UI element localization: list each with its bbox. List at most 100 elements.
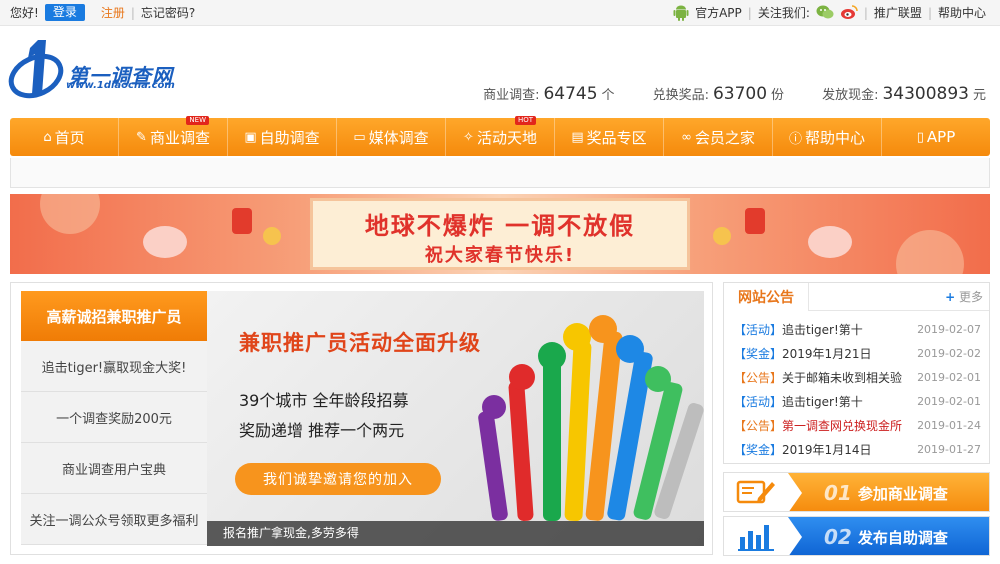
divider: | — [747, 5, 752, 20]
notice-text[interactable]: 追击tiger!第十 — [782, 393, 911, 410]
notice-item[interactable]: 【活动】 追击tiger!第十 2019-02-01 — [724, 389, 989, 413]
notice-date: 2019-01-24 — [917, 418, 981, 432]
notice-date: 2019-02-07 — [917, 322, 981, 336]
notice-item[interactable]: 【奖金】 2019年1月21日 2019-02-02 — [724, 341, 989, 365]
weibo-icon[interactable] — [840, 4, 858, 21]
notice-tag: 【奖金】 — [734, 442, 783, 457]
banner-greeting: 祝大家春节快乐! — [424, 245, 576, 266]
notice-header: 网站公告 + 更多 — [724, 282, 989, 311]
promo-line: 39个城市 全年龄段招募 — [239, 391, 409, 410]
stat-value: 64745 — [543, 84, 598, 104]
publish-self-survey-button[interactable]: 02 发布自助调查 — [723, 516, 990, 556]
stat-label: 兑换奖品: — [652, 88, 709, 103]
join-button[interactable]: 我们诚挚邀请您的加入 — [235, 463, 441, 495]
official-app-link[interactable]: 官方APP — [695, 4, 742, 21]
side-menu-item[interactable]: 追击tiger!赢取现金大奖! — [21, 341, 207, 392]
notice-text[interactable]: 2019年1月14日 — [782, 441, 911, 458]
side-menu-head[interactable]: 高薪诚招兼职推广员 — [21, 291, 207, 341]
nav-media-survey[interactable]: ▭ 媒体调查 — [337, 118, 446, 156]
banner-board: 地球不爆炸 一调不放假 祝大家春节快乐! — [310, 198, 690, 270]
action-number: 01 — [824, 481, 852, 505]
greeting-text: 您好! — [10, 6, 39, 20]
nav-label: 媒体调查 — [368, 128, 429, 147]
stat-unit: 个 — [601, 88, 615, 103]
notice-text[interactable]: 2019年1月21日 — [782, 345, 911, 362]
site-logo[interactable]: 第一调查网 www.1diaocha.com — [8, 38, 183, 99]
divider: | — [130, 5, 135, 20]
survey-form-icon — [724, 473, 788, 511]
new-badge: NEW — [186, 116, 209, 125]
help-center-link[interactable]: 帮助中心 — [938, 4, 986, 21]
nav-activities[interactable]: ✧ 活动天地 HOT — [446, 116, 555, 156]
side-menu-item[interactable]: 一个调查奖励200元 — [21, 392, 207, 443]
android-icon[interactable] — [673, 4, 689, 21]
promo-slide[interactable]: 兼职推广员活动全面升级 39个城市 全年龄段招募 奖励递增 推荐一个两元 我们诚… — [207, 291, 704, 546]
notice-item[interactable]: 【奖金】 2019年1月14日 2019-01-27 — [724, 437, 989, 461]
nav-help[interactable]: ⓘ 帮助中心 — [773, 118, 882, 156]
nav-members[interactable]: ∞ 会员之家 — [664, 118, 773, 156]
site-stats: 商业调查: 64745 个 兑换奖品: 63700 份 发放现金: 34300893 元 — [483, 84, 986, 104]
nav-label: 活动天地 — [476, 128, 537, 147]
nav-app[interactable]: ▯ APP — [882, 118, 990, 156]
nav-label: 首页 — [54, 128, 85, 147]
nav-business-survey[interactable]: ✎ 商业调查 NEW — [119, 116, 228, 156]
notice-tag: 【活动】 — [734, 394, 783, 409]
divider: | — [863, 5, 868, 20]
raised-hands-icon — [478, 315, 704, 521]
promo-caption[interactable]: 报名推广拿现金,多劳多得 — [207, 521, 704, 546]
notice-text[interactable]: 第一调查网兑换现金所 — [782, 417, 911, 434]
nav-label: APP — [926, 128, 956, 146]
box-icon: ▣ — [244, 129, 257, 145]
nav-label: 商业调查 — [149, 128, 210, 147]
members-icon: ∞ — [681, 129, 692, 145]
help-icon: ⓘ — [788, 131, 802, 147]
activity-icon: ✧ — [463, 129, 474, 145]
action-text: 发布自助调查 — [857, 528, 948, 547]
notice-tag: 【公告】 — [734, 418, 783, 433]
side-menu-item[interactable]: 商业调查用户宝典 — [21, 443, 207, 494]
notice-item[interactable]: 【活动】 追击tiger!第十 2019-02-07 — [724, 317, 989, 341]
follow-us-label: 关注我们: — [757, 6, 810, 20]
stat-unit: 份 — [771, 88, 785, 103]
promo-line: 奖励递增 推荐一个两元 — [239, 421, 405, 440]
nav-label: 会员之家 — [694, 128, 755, 147]
action-label: 02 发布自助调查 — [788, 517, 989, 555]
more-link[interactable]: + 更多 — [945, 288, 983, 305]
side-menu: 高薪诚招兼职推广员 追击tiger!赢取现金大奖! 一个调查奖励200元 商业调… — [21, 291, 207, 545]
register-link[interactable]: 注册 — [101, 4, 125, 21]
notice-text[interactable]: 追击tiger!第十 — [782, 321, 911, 338]
bar-chart-icon — [724, 517, 788, 555]
banner-slogan: 地球不爆炸 一调不放假 — [364, 212, 636, 240]
side-menu-item[interactable]: 关注一调公众号领取更多福利 — [21, 494, 207, 545]
nav-label: 自助调查 — [259, 128, 320, 147]
notice-date: 2019-02-01 — [917, 394, 981, 408]
hot-badge: HOT — [514, 116, 536, 125]
notice-text[interactable]: 关于邮箱未收到相关验 — [782, 369, 911, 386]
nav-self-survey[interactable]: ▣ 自助调查 — [228, 118, 337, 156]
login-button[interactable]: 登录 — [44, 4, 85, 21]
stat-unit: 元 — [972, 88, 986, 103]
monitor-icon: ▭ — [353, 129, 366, 145]
stat-label: 商业调查: — [483, 88, 540, 103]
gift-icon: ▤ — [571, 129, 584, 145]
pen-icon: ✎ — [136, 129, 147, 145]
nav-label: 帮助中心 — [805, 128, 866, 147]
forgot-password-link[interactable]: 忘记密码? — [141, 4, 195, 21]
main-nav: ⌂ 首页 ✎ 商业调查 NEW ▣ 自助调查 ▭ 媒体调查 ✧ 活动天地 HOT ▤ 奖品专… — [10, 116, 990, 156]
plus-icon: + — [945, 290, 956, 304]
affiliate-link[interactable]: 推广联盟 — [874, 4, 922, 21]
nav-prizes[interactable]: ▤ 奖品专区 — [555, 118, 664, 156]
notice-list: 【活动】 追击tiger!第十 2019-02-07 【奖金】 2019年1月2… — [724, 311, 989, 461]
notice-title[interactable]: 网站公告 — [724, 282, 809, 311]
action-number: 02 — [824, 525, 852, 549]
action-label: 01 参加商业调查 — [788, 473, 989, 511]
wechat-icon[interactable] — [816, 4, 834, 21]
festival-banner[interactable]: 地球不爆炸 一调不放假 祝大家春节快乐! — [10, 194, 990, 274]
notice-item[interactable]: 【公告】 第一调查网兑换现金所 2019-01-24 — [724, 413, 989, 437]
join-business-survey-button[interactable]: 01 参加商业调查 — [723, 472, 990, 512]
notice-item[interactable]: 【公告】 关于邮箱未收到相关验 2019-02-01 — [724, 365, 989, 389]
action-text: 参加商业调查 — [857, 484, 948, 503]
nav-home[interactable]: ⌂ 首页 — [10, 118, 119, 156]
sub-nav-bar — [10, 158, 990, 188]
phone-icon: ▯ — [916, 129, 924, 145]
